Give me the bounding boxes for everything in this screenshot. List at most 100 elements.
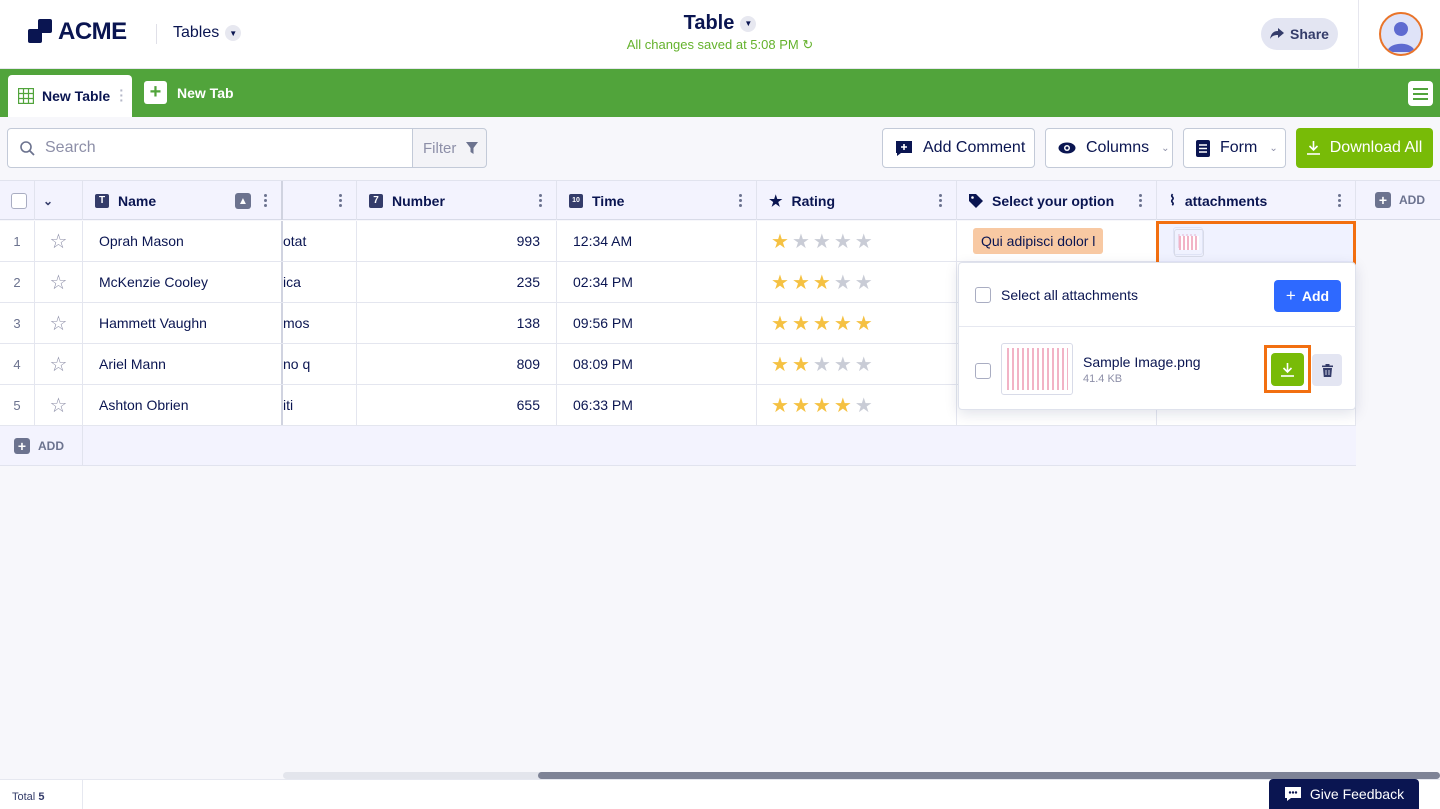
star-outline-icon[interactable]: ☆ — [35, 262, 83, 302]
name-cell[interactable]: Oprah Mason — [83, 221, 283, 261]
column-header-partial[interactable] — [283, 181, 357, 220]
column-header-rating[interactable]: ★ Rating — [757, 181, 957, 220]
star-filled-icon[interactable]: ★ — [813, 311, 831, 336]
download-all-button[interactable]: Download All — [1296, 128, 1433, 168]
number-cell[interactable]: 809 — [357, 344, 557, 384]
name-cell[interactable]: Ariel Mann — [83, 344, 283, 384]
star-empty-icon[interactable]: ★ — [855, 393, 873, 418]
star-filled-icon[interactable]: ★ — [792, 352, 810, 377]
star-filled-icon[interactable]: ★ — [771, 352, 789, 377]
star-outline-icon[interactable]: ☆ — [35, 385, 83, 425]
column-menu-icon[interactable] — [1139, 193, 1142, 208]
text-cell[interactable]: otat — [283, 221, 357, 261]
star-filled-icon[interactable]: ★ — [834, 311, 852, 336]
star-filled-icon[interactable]: ★ — [813, 393, 831, 418]
time-cell[interactable]: 08:09 PM — [557, 344, 757, 384]
text-cell[interactable]: iti — [283, 385, 357, 425]
time-cell[interactable]: 12:34 AM — [557, 221, 757, 261]
column-menu-icon[interactable] — [939, 193, 942, 208]
form-button[interactable]: Form ⌄ — [1183, 128, 1286, 168]
column-menu-icon[interactable] — [1338, 193, 1341, 208]
star-filled-icon[interactable]: ★ — [792, 270, 810, 295]
rating-cell[interactable]: ★ ★ ★ ★ ★ — [757, 344, 957, 384]
give-feedback-button[interactable]: Give Feedback — [1269, 779, 1419, 809]
pin-icon[interactable]: ▲ — [235, 193, 251, 209]
rating-cell[interactable]: ★ ★ ★ ★ ★ — [757, 385, 957, 425]
page-title-dropdown[interactable]: Table ▼ — [684, 12, 757, 35]
add-row-button[interactable]: + ADD — [14, 438, 64, 454]
row-options-dropdown[interactable]: ⌄ — [35, 181, 83, 220]
star-filled-icon[interactable]: ★ — [771, 270, 789, 295]
columns-button[interactable]: Columns ⌄ — [1045, 128, 1173, 168]
number-cell[interactable]: 655 — [357, 385, 557, 425]
star-empty-icon[interactable]: ★ — [834, 352, 852, 377]
file-checkbox[interactable] — [975, 363, 991, 379]
rating-cell[interactable]: ★ ★ ★ ★ ★ — [757, 262, 957, 302]
text-cell[interactable]: mos — [283, 303, 357, 343]
star-empty-icon[interactable]: ★ — [792, 229, 810, 254]
download-file-button[interactable] — [1271, 353, 1304, 386]
column-menu-icon[interactable] — [539, 193, 542, 208]
column-menu-icon[interactable] — [339, 193, 342, 208]
star-filled-icon[interactable]: ★ — [771, 229, 789, 254]
add-comment-button[interactable]: Add Comment — [882, 128, 1035, 168]
column-header-time[interactable]: 10 Time — [557, 181, 757, 220]
star-outline-icon[interactable]: ☆ — [35, 221, 83, 261]
star-filled-icon[interactable]: ★ — [771, 393, 789, 418]
number-cell[interactable]: 235 — [357, 262, 557, 302]
star-empty-icon[interactable]: ★ — [834, 229, 852, 254]
option-cell[interactable]: Qui adipisci dolor l — [957, 221, 1157, 261]
number-cell[interactable]: 993 — [357, 221, 557, 261]
rating-cell[interactable]: ★ ★ ★ ★ ★ — [757, 221, 957, 261]
star-empty-icon[interactable]: ★ — [834, 270, 852, 295]
tab-new-table[interactable]: New Table · · · — [8, 75, 132, 117]
attachment-thumbnail[interactable] — [1174, 229, 1204, 257]
number-cell[interactable]: 138 — [357, 303, 557, 343]
select-all-checkbox[interactable] — [11, 192, 27, 209]
column-header-name[interactable]: T Name ▲ — [83, 181, 283, 220]
select-all-attachments[interactable]: Select all attachments — [975, 287, 1138, 303]
text-cell[interactable]: no q — [283, 344, 357, 384]
attachment-cell-highlight[interactable] — [1156, 221, 1356, 265]
file-thumbnail[interactable] — [1001, 343, 1073, 395]
scrollbar-thumb[interactable] — [538, 772, 1440, 779]
add-column-button[interactable]: + ADD — [1375, 192, 1425, 208]
star-empty-icon[interactable]: ★ — [855, 229, 873, 254]
filter-button[interactable]: Filter — [412, 128, 487, 168]
rating-cell[interactable]: ★ ★ ★ ★ ★ — [757, 303, 957, 343]
time-cell[interactable]: 09:56 PM — [557, 303, 757, 343]
name-cell[interactable]: McKenzie Cooley — [83, 262, 283, 302]
select-all-attachments-checkbox[interactable] — [975, 287, 991, 303]
star-empty-icon[interactable]: ★ — [855, 270, 873, 295]
star-filled-icon[interactable]: ★ — [792, 393, 810, 418]
avatar[interactable] — [1379, 12, 1423, 56]
name-cell[interactable]: Hammett Vaughn — [83, 303, 283, 343]
star-empty-icon[interactable]: ★ — [855, 352, 873, 377]
table-row[interactable]: 1 ☆ Oprah Mason otat 993 12:34 AM ★ ★ ★ ★ ★ … — [0, 221, 1356, 262]
star-empty-icon[interactable]: ★ — [813, 229, 831, 254]
search-input[interactable] — [45, 139, 385, 157]
star-empty-icon[interactable]: ★ — [813, 352, 831, 377]
star-filled-icon[interactable]: ★ — [792, 311, 810, 336]
column-header-select-option[interactable]: Select your option — [957, 181, 1157, 220]
time-cell[interactable]: 06:33 PM — [557, 385, 757, 425]
tab-options-icon[interactable]: · · · — [119, 83, 124, 107]
star-filled-icon[interactable]: ★ — [834, 393, 852, 418]
time-cell[interactable]: 02:34 PM — [557, 262, 757, 302]
column-menu-icon[interactable] — [264, 193, 267, 208]
column-header-attachments[interactable]: ⌇ attachments — [1157, 181, 1356, 220]
column-menu-icon[interactable] — [739, 193, 742, 208]
add-attachment-button[interactable]: + Add — [1274, 280, 1341, 312]
column-header-number[interactable]: 7 Number — [357, 181, 557, 220]
share-button[interactable]: Share — [1261, 18, 1338, 50]
star-outline-icon[interactable]: ☆ — [35, 344, 83, 384]
delete-file-button[interactable] — [1312, 354, 1342, 386]
new-tab-button[interactable]: + New Tab — [144, 81, 234, 104]
star-filled-icon[interactable]: ★ — [813, 270, 831, 295]
name-cell[interactable]: Ashton Obrien — [83, 385, 283, 425]
hamburger-menu-icon[interactable] — [1408, 81, 1433, 106]
star-filled-icon[interactable]: ★ — [855, 311, 873, 336]
star-outline-icon[interactable]: ☆ — [35, 303, 83, 343]
star-filled-icon[interactable]: ★ — [771, 311, 789, 336]
text-cell[interactable]: ica — [283, 262, 357, 302]
